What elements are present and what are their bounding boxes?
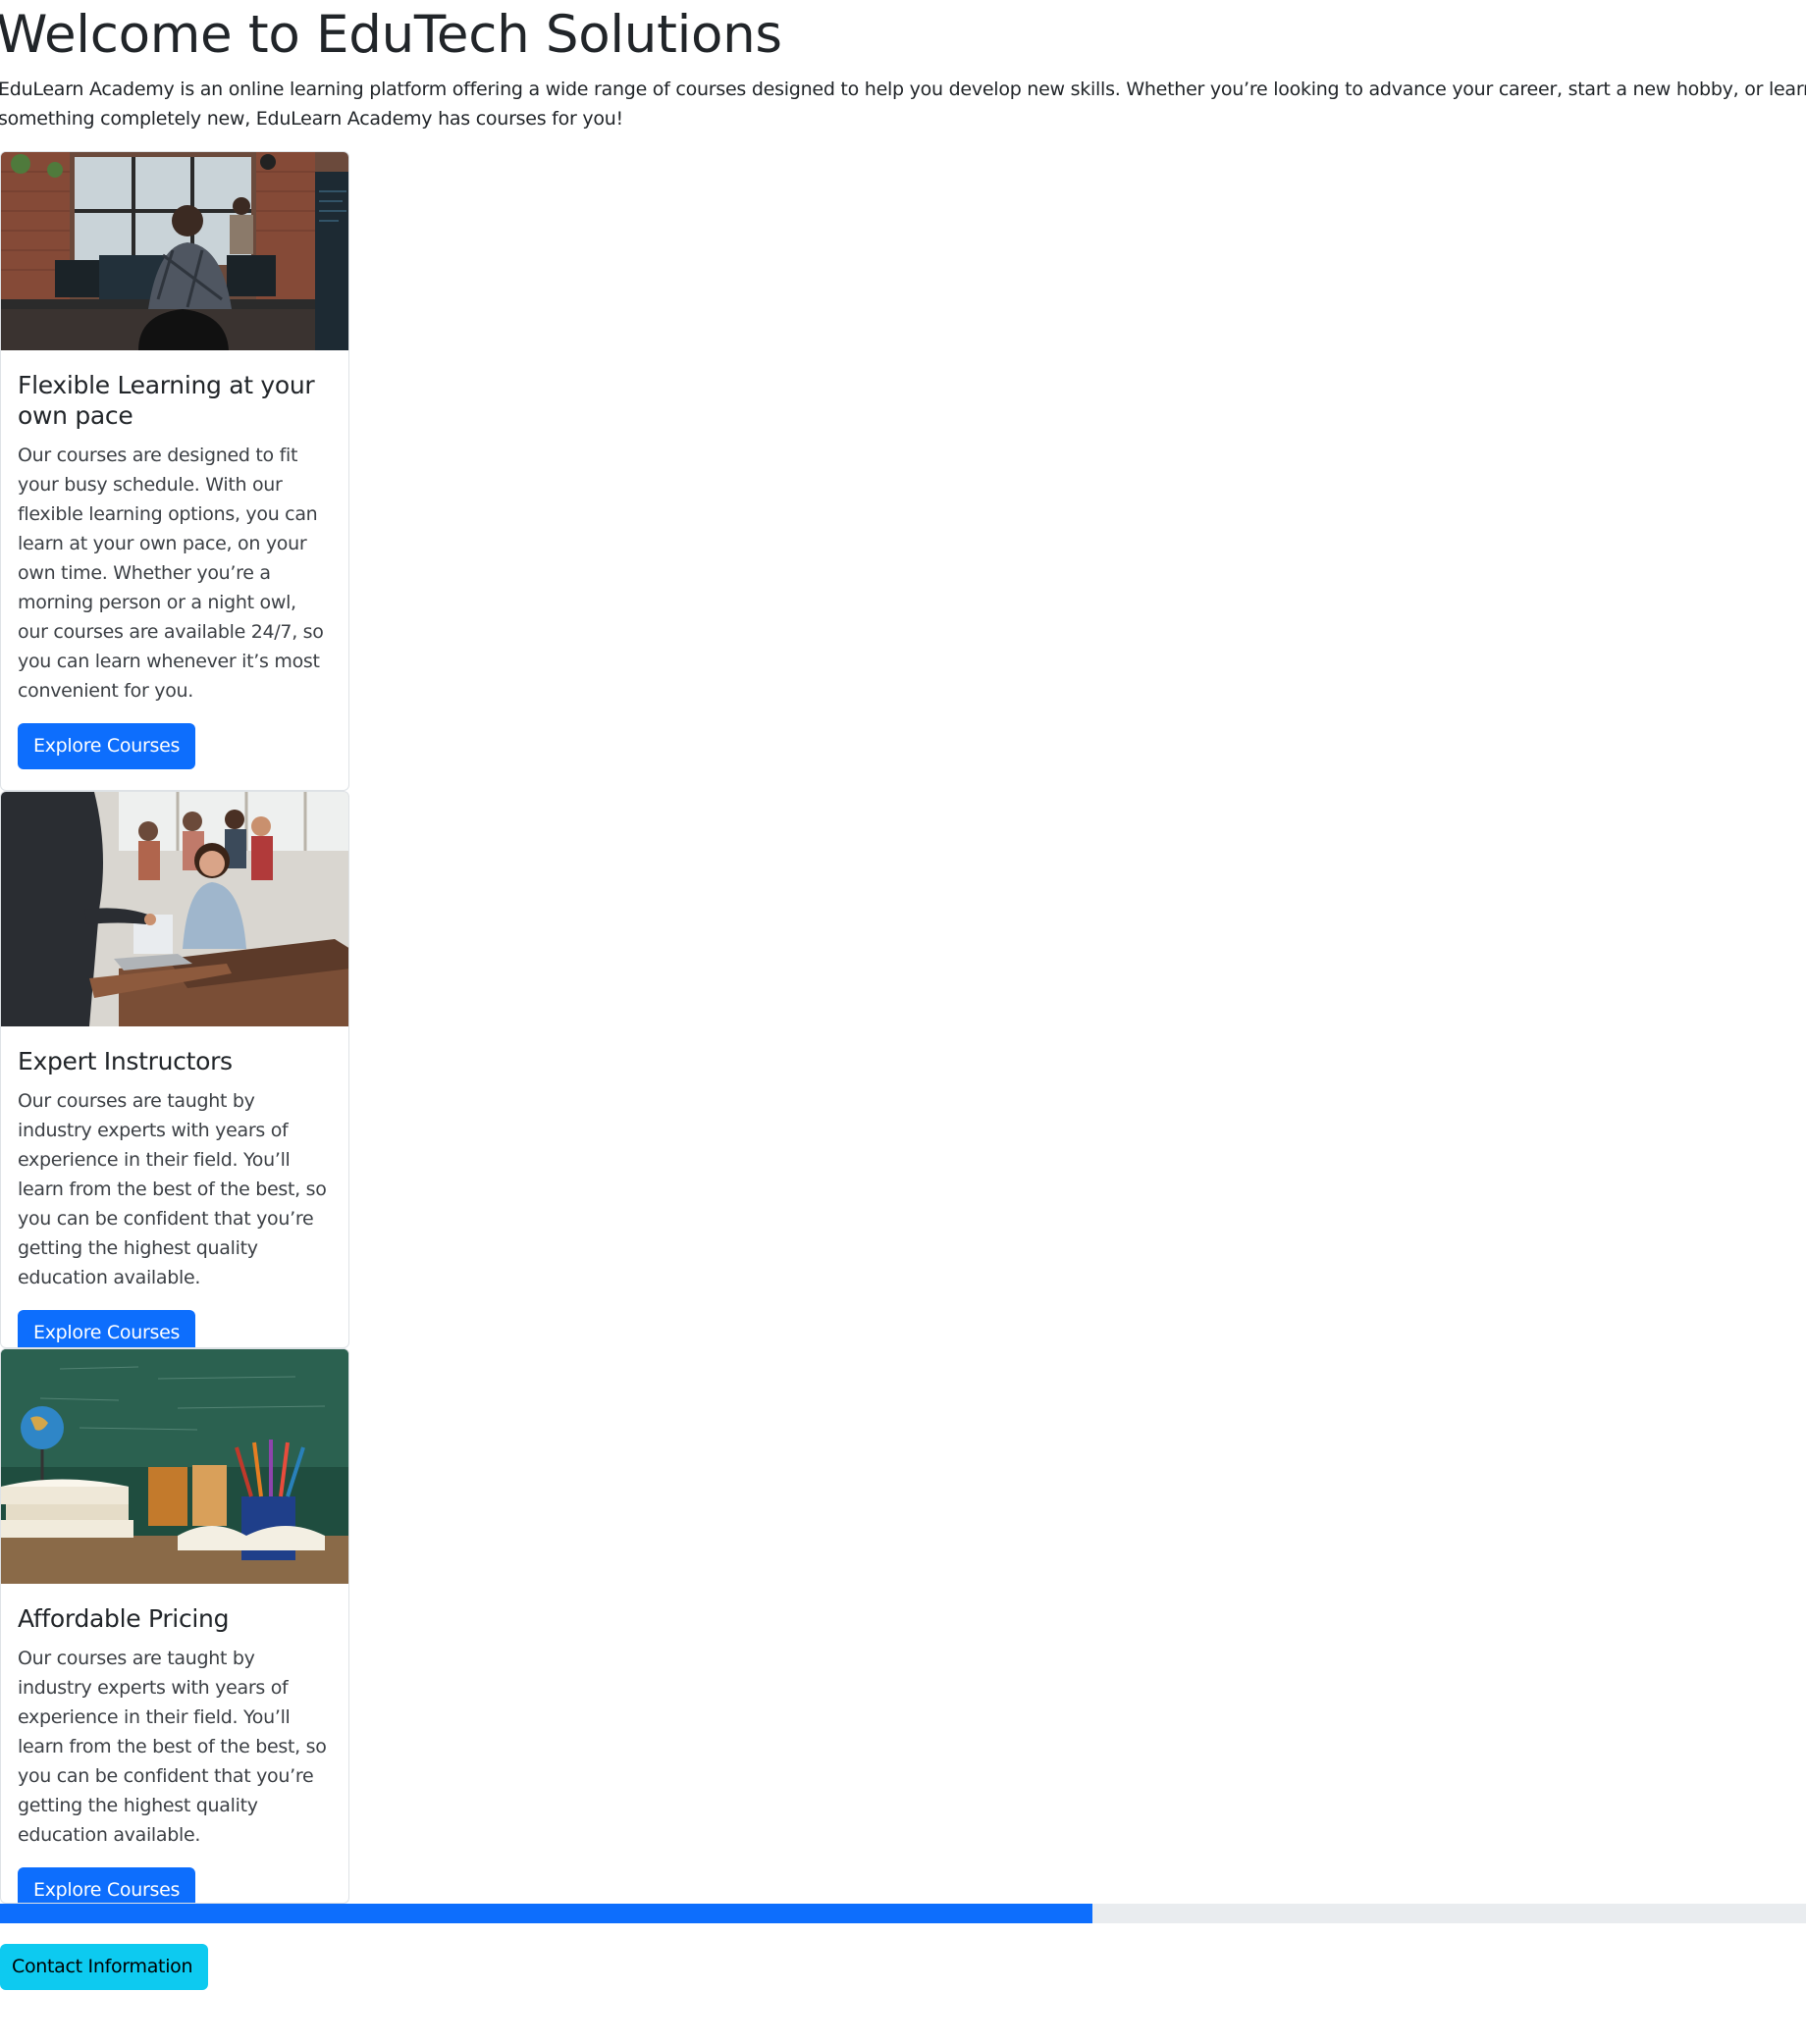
feature-card: Flexible Learning at your own pace Our c… [0,151,349,791]
developer-workspace-image [1,152,348,350]
page-title: Welcome to EduTech Solutions [0,5,782,65]
intro-paragraph: EduLearn Academy is an online learning p… [0,79,1806,130]
feature-card: Expert Instructors Our courses are taugh… [0,791,349,1348]
card-body: Expert Instructors Our courses are taugh… [1,1026,348,1347]
card-text: Our courses are taught by industry exper… [18,1090,327,1288]
card-title: Flexible Learning at your own pace [18,371,315,430]
feature-cards: Flexible Learning at your own pace Our c… [0,151,349,1904]
contact-information-button[interactable]: Contact Information [0,1944,209,1990]
card-text: Our courses are taught by industry exper… [18,1648,327,1846]
classroom-instructor-image [1,792,348,1026]
card-body: Affordable Pricing Our courses are taugh… [1,1584,348,1903]
explore-courses-button[interactable]: Explore Courses [18,1310,196,1347]
books-and-pencils-image [1,1349,348,1584]
card-title: Affordable Pricing [18,1604,230,1633]
card-text: Our courses are designed to fit your bus… [18,445,324,702]
card-body: Flexible Learning at your own pace Our c… [1,350,348,787]
progress-bar-track [0,1904,1806,1923]
explore-courses-button[interactable]: Explore Courses [18,723,196,769]
explore-courses-button[interactable]: Explore Courses [18,1867,196,1903]
feature-card: Affordable Pricing Our courses are taugh… [0,1348,349,1904]
progress-bar-fill [0,1904,1093,1923]
card-title: Expert Instructors [18,1047,233,1075]
